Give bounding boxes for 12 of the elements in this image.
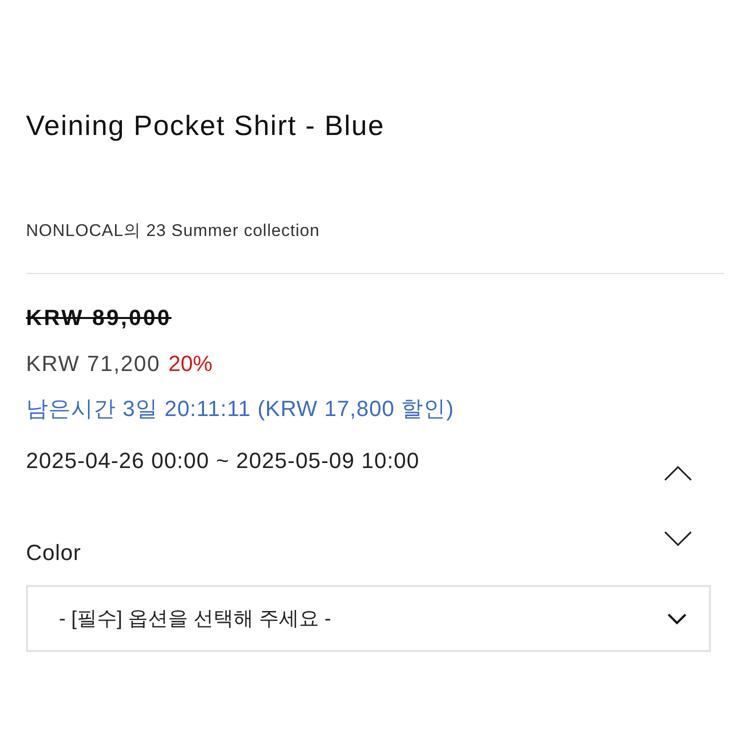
chevron-down-icon bbox=[667, 612, 687, 624]
discount-rate: 20% bbox=[168, 350, 212, 378]
sale-price: KRW 71,200 bbox=[26, 350, 160, 378]
chevron-down-icon bbox=[664, 531, 692, 547]
countdown-text: 남은시간 3일 20:11:11 (KRW 17,800 할인) bbox=[26, 395, 454, 423]
option-label: Color bbox=[26, 539, 82, 567]
product-subtitle: NONLOCAL의 23 Summer collection bbox=[26, 220, 320, 242]
chevron-up-icon bbox=[664, 465, 692, 481]
sale-period: 2025-04-26 00:00 ~ 2025-05-09 10:00 bbox=[26, 447, 420, 475]
option-select[interactable]: - [필수] 옵션을 선택해 주세요 - bbox=[26, 585, 711, 652]
original-price: KRW 89,000 bbox=[26, 304, 172, 332]
product-title: Veining Pocket Shirt - Blue bbox=[26, 109, 385, 143]
